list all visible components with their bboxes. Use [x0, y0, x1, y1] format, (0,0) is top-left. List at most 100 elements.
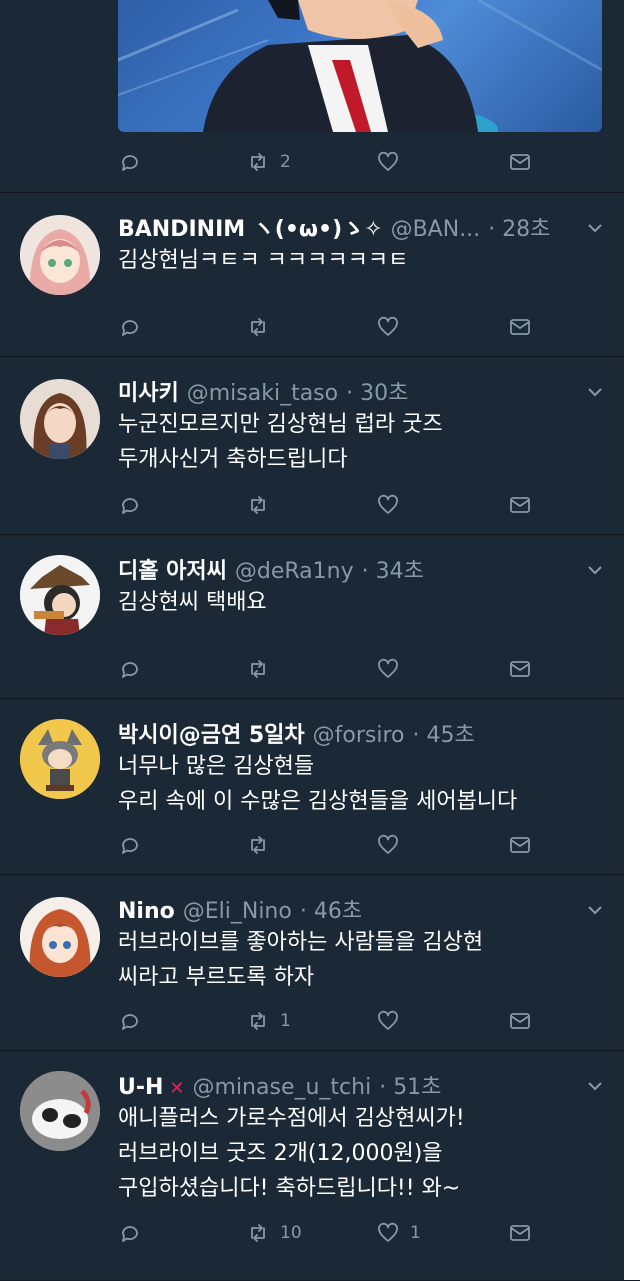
like-button[interactable]: 1 — [376, 1221, 421, 1245]
dm-button[interactable] — [508, 833, 532, 857]
media-tweet[interactable]: 2 — [0, 0, 624, 192]
display-name[interactable]: BANDINIM ヽ(•ω•)ゝ✧ — [118, 211, 383, 243]
retweet-count: 2 — [280, 152, 291, 172]
avatar-art — [20, 379, 100, 459]
retweet-button[interactable] — [246, 833, 280, 857]
tweet[interactable]: BANDINIM ヽ(•ω•)ゝ✧ @BAN... · 28초 김상현님ㅋㅌㅋ … — [0, 192, 624, 357]
reply-icon — [122, 838, 138, 854]
display-name[interactable]: 디홀 아저씨 — [118, 553, 227, 585]
dm-button[interactable] — [508, 1221, 532, 1245]
reply-button[interactable] — [118, 1009, 152, 1033]
tweet[interactable]: 미사키 @misaki_taso · 30초 누군진모르지만 김상현님 럽라 굿… — [0, 356, 624, 535]
envelope-icon — [510, 154, 530, 170]
tweet[interactable]: U-H ✕ @minase_u_tchi · 51초 애니플러스 가로수점에서 … — [0, 1050, 624, 1281]
timeline-feed: 2 BANDINIM ヽ(•ω•)ゝ✧ @BAN... · 28초 김상현님ㅋㅌ… — [0, 0, 624, 1280]
reply-icon — [122, 320, 138, 336]
tweet-header: 미사키 @misaki_taso · 30초 — [118, 375, 408, 407]
heart-icon — [378, 494, 398, 514]
display-name[interactable]: 박시이@금연 5일차 — [118, 717, 305, 749]
reply-button[interactable] — [118, 1221, 152, 1245]
retweet-icon — [251, 318, 265, 336]
hat-character-avatar[interactable] — [20, 555, 100, 635]
timestamp[interactable]: · 34초 — [362, 553, 424, 585]
like-button[interactable] — [376, 493, 410, 517]
user-handle[interactable]: @minase_u_tchi — [193, 1075, 372, 1100]
tweet[interactable]: 디홀 아저씨 @deRa1ny · 34초 김상현씨 택배요 — [0, 534, 624, 699]
chevron-down-icon[interactable] — [586, 383, 604, 401]
woman-photo-avatar[interactable] — [20, 379, 100, 459]
reply-icon — [122, 662, 138, 678]
like-button[interactable] — [376, 1009, 410, 1033]
chevron-down-icon[interactable] — [586, 561, 604, 579]
tweet-text: 애니플러스 가로수점에서 김상현씨가! 러브라이브 굿즈 2개(12,000원)… — [118, 1101, 465, 1206]
reply-button[interactable] — [118, 657, 152, 681]
reply-button[interactable] — [118, 493, 152, 517]
timestamp[interactable]: · 30초 — [346, 375, 408, 407]
heart-icon — [378, 316, 398, 336]
dm-button[interactable] — [508, 493, 532, 517]
chevron-down-icon[interactable] — [586, 1077, 604, 1095]
man-in-suit-image — [118, 0, 602, 132]
like-button[interactable] — [376, 833, 410, 857]
tweet[interactable]: Nino @Eli_Nino · 46초 러브라이브를 좋아하는 사람들을 김상… — [0, 874, 624, 1051]
timestamp[interactable]: · 46초 — [300, 893, 362, 925]
tweet-header: 디홀 아저씨 @deRa1ny · 34초 — [118, 553, 424, 585]
tweet-header: 박시이@금연 5일차 @forsiro · 45초 — [118, 717, 475, 749]
user-handle[interactable]: @deRa1ny — [235, 559, 354, 584]
anime-girl-avatar[interactable] — [20, 215, 100, 295]
tweet-text-line: 김상현씨 택배요 — [118, 590, 267, 615]
envelope-icon — [510, 1225, 530, 1241]
chevron-down-icon[interactable] — [586, 901, 604, 919]
timestamp[interactable]: · 28초 — [488, 211, 550, 243]
retweet-button[interactable]: 1 — [246, 1009, 291, 1033]
like-button[interactable] — [376, 150, 410, 174]
cat-photo-avatar[interactable] — [20, 1071, 100, 1151]
retweet-button[interactable] — [246, 315, 280, 339]
tweet-photo[interactable] — [118, 0, 602, 132]
tweet-actions: 1 — [118, 1005, 538, 1037]
user-handle[interactable]: @misaki_taso — [187, 381, 338, 406]
dm-button[interactable] — [508, 315, 532, 339]
tweet-text-line: 너무나 많은 김상현들 — [118, 754, 315, 779]
tweet[interactable]: 박시이@금연 5일차 @forsiro · 45초 너무나 많은 김상현들 우리… — [0, 698, 624, 875]
reply-icon — [122, 155, 138, 171]
tweet-text: 누군진모르지만 김상현님 럽라 굿즈 두개사신거 축하드립니다 — [118, 407, 443, 477]
dm-button[interactable] — [508, 1009, 532, 1033]
timestamp[interactable]: · 45초 — [413, 717, 475, 749]
heart-icon — [378, 151, 398, 171]
retweet-button[interactable] — [246, 493, 280, 517]
display-name[interactable]: 미사키 — [118, 375, 179, 407]
display-name[interactable]: U-H — [118, 1075, 163, 1100]
tweet-text: 김상현님ㅋㅌㅋ ㅋㅋㅋㅋㅋㅋㅌ — [118, 243, 408, 278]
chevron-down-icon[interactable] — [586, 219, 604, 237]
tweet-text-line: 두개사신거 축하드립니다 — [118, 447, 348, 472]
dm-button[interactable] — [508, 657, 532, 681]
reply-button[interactable] — [118, 833, 152, 857]
user-handle[interactable]: @Eli_Nino — [183, 899, 292, 924]
avatar-art — [20, 215, 100, 295]
like-button[interactable] — [376, 657, 410, 681]
reply-button[interactable] — [118, 315, 152, 339]
like-button[interactable] — [376, 315, 410, 339]
reply-button[interactable] — [118, 150, 152, 174]
envelope-icon — [510, 319, 530, 335]
retweet-button[interactable]: 2 — [246, 150, 291, 174]
raccoon-girl-avatar[interactable] — [20, 719, 100, 799]
page-margin — [624, 0, 640, 1280]
envelope-icon — [510, 1013, 530, 1029]
timestamp[interactable]: · 51초 — [379, 1069, 441, 1101]
retweet-button[interactable]: 10 — [246, 1221, 302, 1245]
tweet-text-line: 씨라고 부르도록 하자 — [118, 965, 315, 990]
heart-icon — [378, 1010, 398, 1030]
user-handle[interactable]: @forsiro — [313, 723, 405, 748]
badge-icon: ✕ — [169, 1078, 185, 1099]
display-name[interactable]: Nino — [118, 899, 175, 924]
user-handle[interactable]: @BAN... — [391, 217, 481, 242]
tweet-text-line: 러브라이브를 좋아하는 사람들을 김상현 — [118, 930, 484, 955]
tweet-text-line: 애니플러스 가로수점에서 김상현씨가! — [118, 1106, 465, 1131]
tweet-actions: 10 1 — [118, 1217, 538, 1249]
retweet-count: 1 — [280, 1011, 291, 1031]
red-hair-girl-avatar[interactable] — [20, 897, 100, 977]
retweet-button[interactable] — [246, 657, 280, 681]
dm-button[interactable] — [508, 150, 532, 174]
